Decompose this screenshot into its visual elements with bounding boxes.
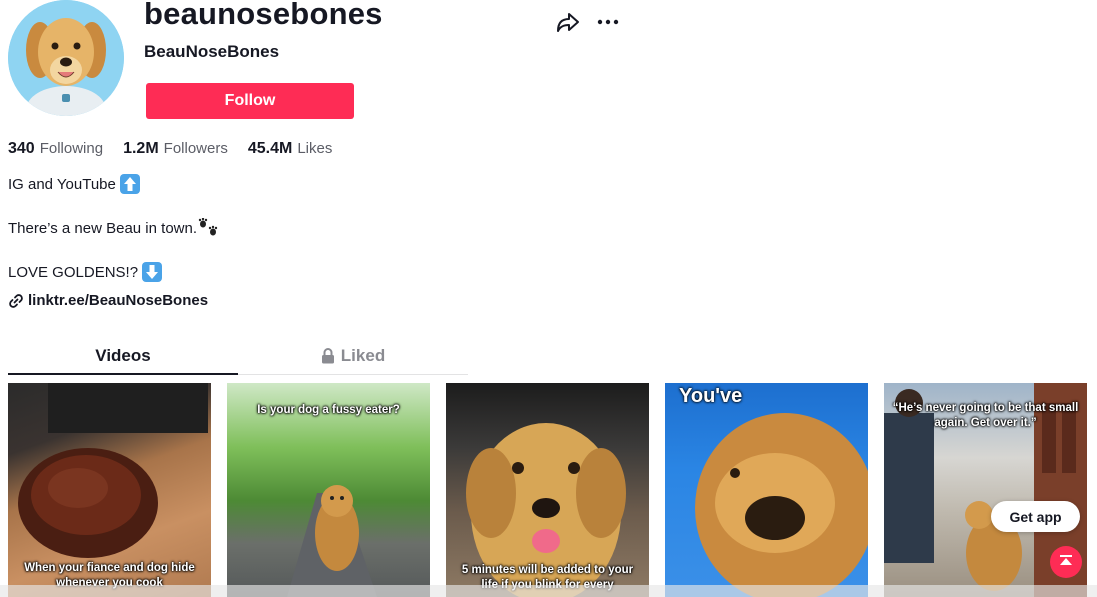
dog-closeup-image [695,413,868,597]
nickname: BeauNoseBones [144,42,280,61]
share-icon[interactable] [555,9,581,35]
more-options-icon[interactable] [596,10,620,34]
video-thumbnail[interactable]: 5 minutes will be added to your life if … [446,383,649,597]
tab-liked-label: Liked [340,346,386,365]
video-caption: “He’s never going to be that small again… [892,402,1079,429]
bio-link-text: linktr.ee/BeauNoseBones [28,292,209,309]
tab-videos-label: Videos [95,346,151,365]
down-arrow-emoji-icon [142,262,163,282]
bio-line-1: IG and YouTube [8,174,140,194]
video-caption: You've [679,385,743,407]
bio-text-3: LOVE GOLDENS!? [8,263,139,281]
likes-stat: 45.4M Likes [248,140,333,158]
following-label: Following [39,140,104,157]
bio-line-3: LOVE GOLDENS!? [8,262,163,282]
following-count: 340 [8,140,35,157]
video-grid: When your fiance and dog hide whenever y… [8,383,1087,597]
video-thumbnail[interactable]: When your fiance and dog hide whenever y… [8,383,211,597]
bio-line-2: There’s a new Beau in town. [8,218,222,238]
paw-prints-icon [198,218,218,236]
bio-text-1: IG and YouTube [8,175,116,193]
scroll-to-top-button[interactable] [1050,546,1082,578]
profile-tabs: Videos Liked [8,338,468,375]
likes-count: 45.4M [247,140,293,157]
tab-videos[interactable]: Videos [8,338,238,375]
video-thumbnail[interactable]: Is your dog a fussy eater? [227,383,430,597]
profile-stats: 340 Following 1.2M Followers 45.4M Likes [8,140,352,158]
bio-text-2: There’s a new Beau in town. [8,219,198,237]
followers-stat[interactable]: 1.2M Followers [123,140,228,158]
tab-liked[interactable]: Liked [238,338,468,374]
get-app-button[interactable]: Get app [991,501,1080,532]
up-arrow-emoji-icon [119,174,140,194]
follow-button[interactable]: Follow [146,83,354,119]
lock-icon [321,348,334,364]
username: beaunosebones [144,0,383,31]
likes-label: Likes [297,140,333,157]
avatar [8,0,124,116]
link-icon [9,293,23,308]
video-thumbnail[interactable]: You've [665,383,868,597]
followers-label: Followers [163,140,228,157]
bottom-scroll-overlay [0,585,1097,597]
bio-link[interactable]: linktr.ee/BeauNoseBones [8,292,208,309]
following-stat[interactable]: 340 Following [8,140,103,158]
video-caption: Is your dog a fussy eater? [257,404,400,416]
followers-count: 1.2M [123,140,159,157]
arrow-up-icon [1060,555,1072,565]
